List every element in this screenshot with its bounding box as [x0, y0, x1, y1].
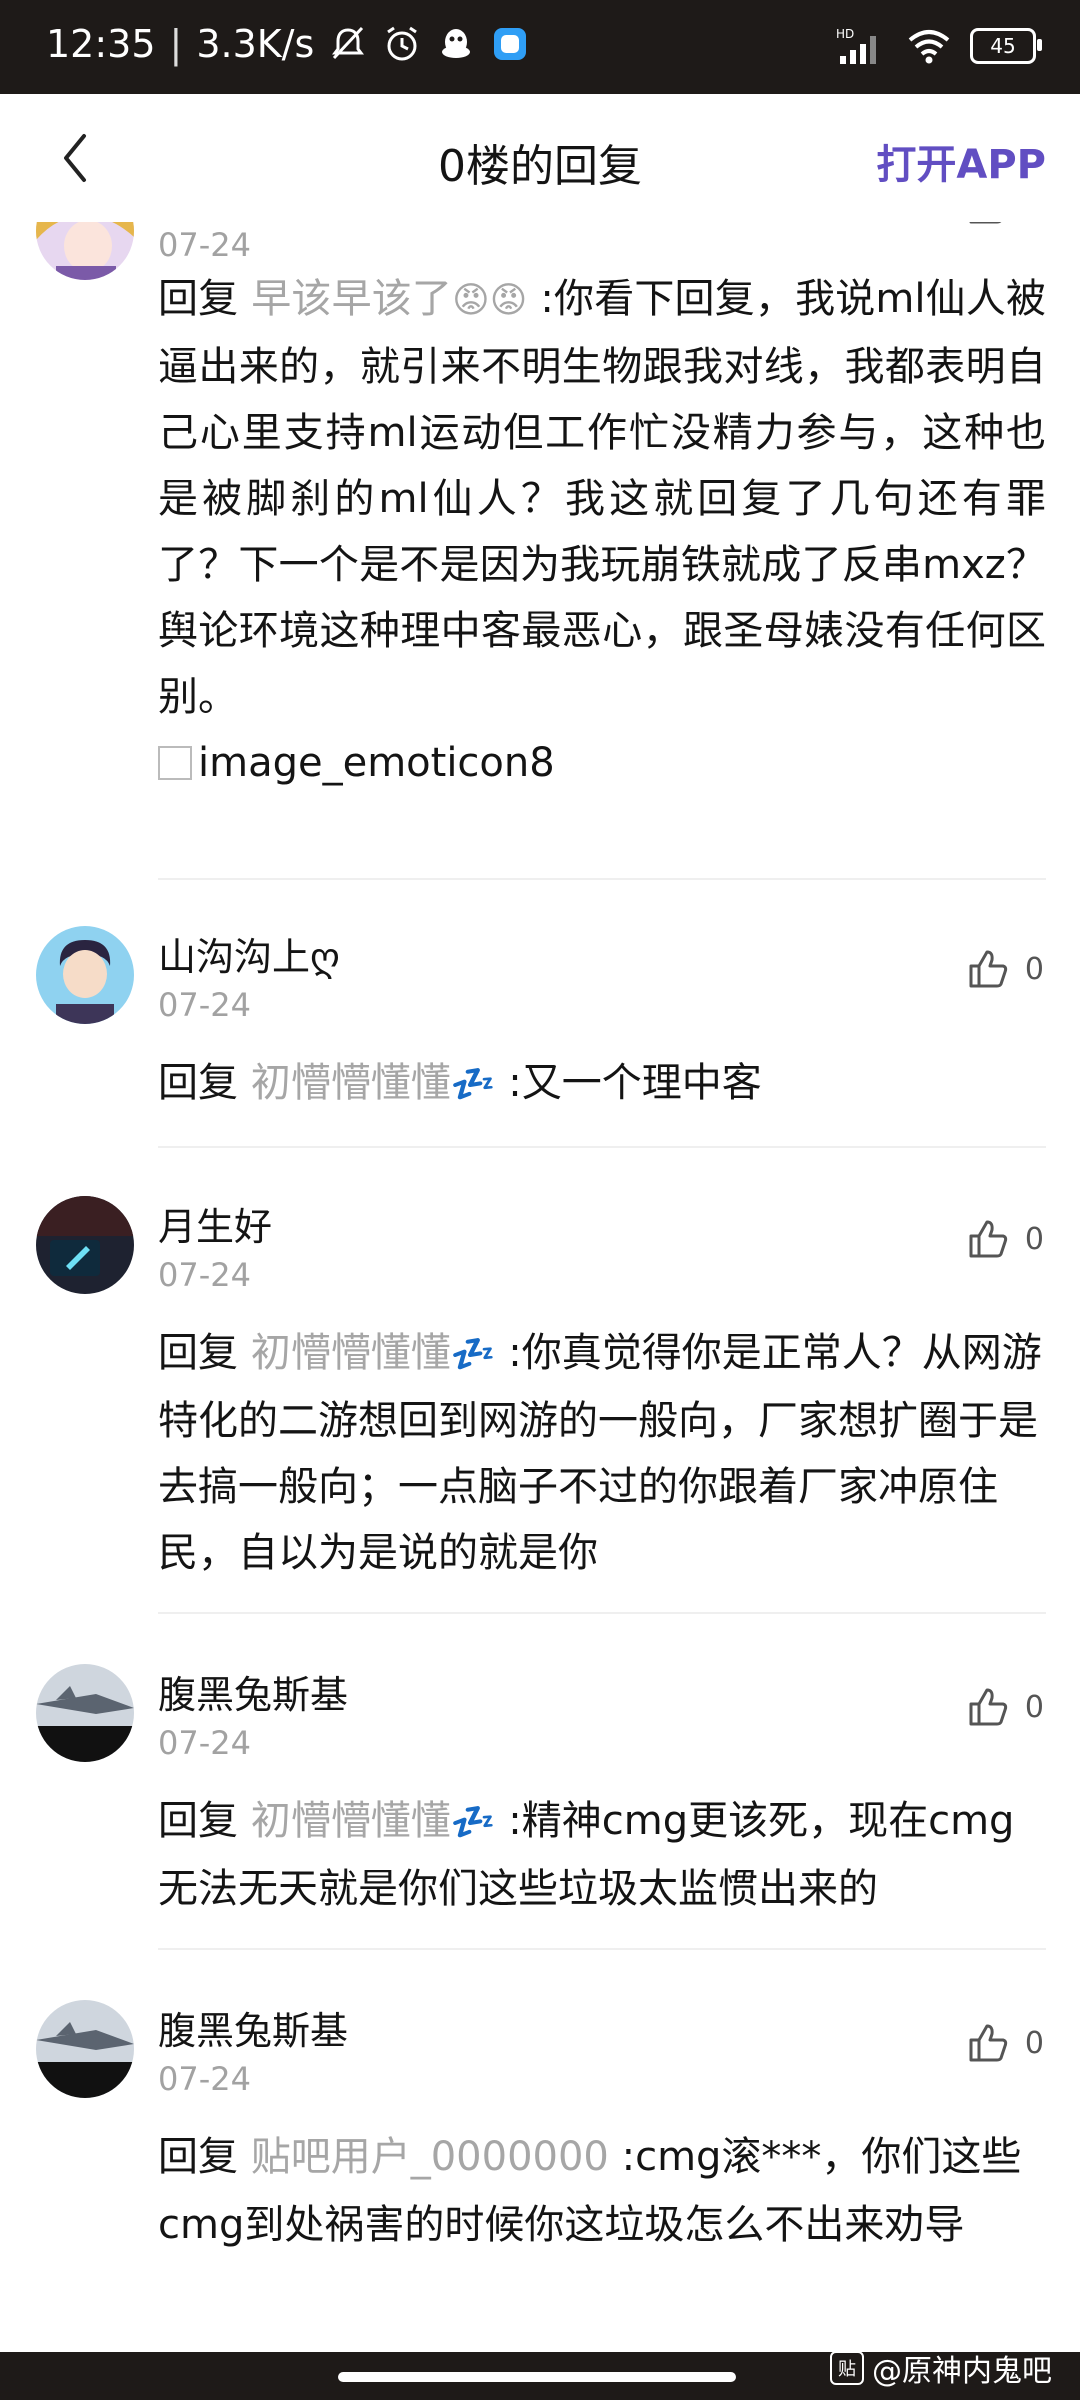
comment-username[interactable]: 月生好 [158, 1196, 272, 1251]
comment-date: 07-24 [158, 986, 251, 1024]
comment-date: 07-24 [158, 2060, 251, 2098]
status-bar: 12:35 | 3.3K/s HD 45 [0, 0, 1080, 94]
reply-feed[interactable]: lovebkey007 07-24 2 回复 早该早该了😡😡 :你看下回复，我说… [0, 222, 1080, 2352]
divider [158, 1948, 1046, 1950]
mention-link[interactable]: 贴吧用户_0000000 [251, 2134, 609, 2180]
like-count: 2 [1025, 222, 1044, 223]
clock: 12:35 [46, 22, 156, 66]
battery-level: 45 [990, 34, 1016, 58]
like-button[interactable]: 0 [965, 1216, 1044, 1262]
mention-emoji: 💤 [450, 1802, 496, 1843]
broken-image-icon [158, 746, 192, 780]
mention-link[interactable]: 初懵懵懂懂💤 [251, 1798, 496, 1844]
like-count: 0 [1024, 1689, 1044, 1725]
mention-name: 初懵懵懂懂 [250, 1060, 451, 1106]
comment-username[interactable]: 腹黑兔斯基 [158, 2000, 348, 2055]
divider [158, 1146, 1046, 1148]
avatar[interactable] [36, 222, 134, 280]
comment-text: :你看下回复，我说ml仙人被逼出来的，就引来不明生物跟我对线，我都表明自己心里支… [158, 276, 1046, 720]
watermark: 贴 @原神内鬼吧 [830, 2346, 1052, 2390]
divider [158, 878, 1046, 880]
mention-emoji: 💤 [450, 1064, 496, 1105]
thumbs-up-icon [969, 1220, 1008, 1258]
like-button[interactable]: 0 [965, 1684, 1044, 1730]
wifi-icon [908, 30, 950, 64]
comment-body: 回复 初懵懵懂懂💤 :又一个理中客 [158, 1050, 1046, 1118]
like-button[interactable]: 0 [965, 2020, 1044, 2066]
comment-text: :又一个理中客 [508, 1060, 762, 1106]
status-left: 12:35 | 3.3K/s [46, 22, 530, 66]
like-count: 0 [1024, 1221, 1044, 1257]
avatar[interactable] [36, 926, 134, 1024]
tieba-logo-icon: 贴 [830, 2351, 864, 2385]
avatar[interactable] [36, 2000, 134, 2098]
reply-label: 回复 [158, 1060, 238, 1106]
thumbs-up-icon [969, 1688, 1008, 1726]
mention-emoji: 💤 [450, 1334, 496, 1375]
reply-label: 回复 [158, 1330, 238, 1376]
like-count: 0 [1024, 951, 1044, 987]
mention-name: 早该早该了 [251, 276, 453, 322]
mention-link[interactable]: 早该早该了😡😡 [251, 276, 527, 322]
like-button[interactable]: 0 [965, 946, 1044, 992]
comment-date: 07-24 [158, 1724, 251, 1762]
thumbs-up-icon [969, 222, 1002, 224]
mention-link[interactable]: 初懵懵懂懂💤 [251, 1060, 496, 1106]
like-count: 0 [1024, 2025, 1044, 2061]
watermark-text: @原神内鬼吧 [872, 2354, 1052, 2389]
page-header: 0楼的回复 打开APP [0, 94, 1080, 222]
comment-date: 07-24 [158, 1256, 251, 1294]
comment-username[interactable]: 腹黑兔斯基 [158, 1664, 348, 1719]
divider [158, 1612, 1046, 1614]
emoticon-image: image_emoticon8 [158, 730, 555, 796]
battery-indicator: 45 [970, 28, 1042, 64]
reply-label: 回复 [158, 1798, 238, 1844]
status-separator: | [169, 22, 183, 66]
emoticon-alt-text: image_emoticon8 [198, 740, 555, 786]
mention-name: 初懵懵懂懂 [250, 1330, 451, 1376]
avatar[interactable] [36, 1664, 134, 1762]
home-indicator[interactable] [338, 2372, 736, 2382]
comment-date: 07-24 [158, 226, 251, 264]
reply-label: 回复 [158, 276, 239, 322]
bell-muted-icon [332, 26, 365, 60]
like-button[interactable]: 2 [965, 222, 1044, 228]
mention-name: 贴吧用户_0000000 [250, 2134, 609, 2180]
open-app-button[interactable]: 打开APP [876, 132, 1046, 190]
cellular-signal-icon: HD [836, 27, 876, 64]
comment-body: 回复 贴吧用户_0000000 :cmg滚***，你们这些cmg到处祸害的时候你… [158, 2124, 1046, 2258]
mention-link[interactable]: 初懵懵懂懂💤 [251, 1330, 496, 1376]
network-speed: 3.3K/s [196, 22, 315, 66]
alarm-icon [387, 26, 418, 61]
qq-icon [442, 29, 471, 58]
comment-username[interactable]: 山沟沟上ღ [158, 926, 340, 981]
thumbs-up-icon [969, 2024, 1008, 2062]
avatar[interactable] [36, 1196, 134, 1294]
thumbs-up-icon [969, 950, 1008, 988]
app-notification-icon [494, 28, 527, 60]
comment-body: 回复 初懵懵懂懂💤 :精神cmg更该死，现在cmg无法无天就是你们这些垃圾太监惯… [158, 1788, 1046, 1922]
mention-name: 初懵懵懂懂 [250, 1798, 451, 1844]
network-badge: HD [836, 27, 854, 41]
reply-label: 回复 [158, 2134, 238, 2180]
mention-emoji: 😡😡 [452, 280, 528, 321]
comment-body: 回复 早该早该了😡😡 :你看下回复，我说ml仙人被逼出来的，就引来不明生物跟我对… [158, 266, 1046, 800]
status-right: HD 45 [836, 26, 1042, 66]
comment-body: 回复 初懵懵懂懂💤 :你真觉得你是正常人？从网游特化的二游想回到网游的一般向，厂… [158, 1320, 1046, 1586]
